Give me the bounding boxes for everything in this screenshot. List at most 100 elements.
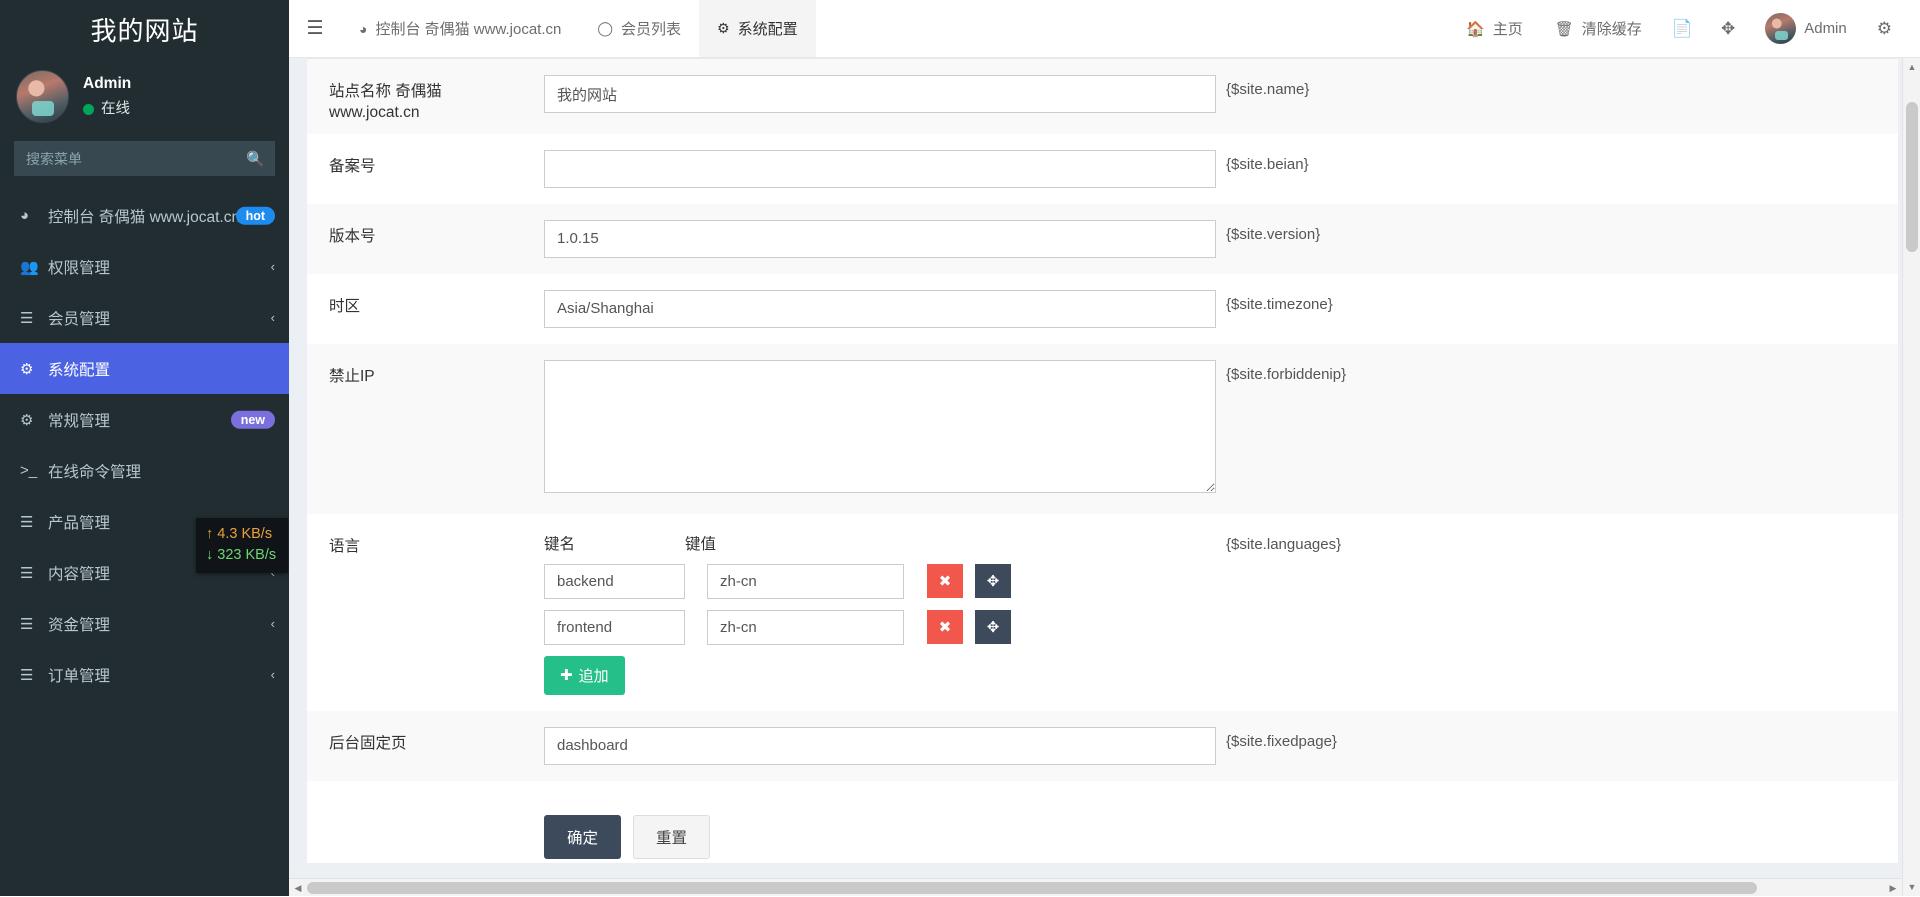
footer-spacer — [307, 781, 544, 813]
config-form: 站点名称 奇偶猫 www.jocat.cn {$site.name} 备案号 {$si… — [307, 59, 1898, 896]
field-input-2[interactable] — [544, 219, 1216, 258]
header-action-label: 主页 — [1492, 21, 1523, 38]
sidebar-item-0[interactable]: ◕ 控制台 奇偶猫 www.jocat.cn hot — [0, 190, 289, 241]
scroll-left-arrow-icon[interactable]: ◀ — [289, 879, 307, 897]
language-key-input-0[interactable] — [544, 563, 685, 599]
field-label-4: 禁止IP — [329, 367, 375, 385]
sidebar-item-label: 系统配置 — [48, 361, 111, 379]
scroll-down-arrow-icon[interactable]: ▼ — [1903, 878, 1920, 896]
field-variable-6: {$site.fixedpage} — [1226, 732, 1337, 750]
users-icon: 👥 — [20, 258, 39, 276]
form-row-2: 版本号 {$site.version} — [307, 203, 1898, 274]
field-control-6 — [544, 711, 1216, 781]
field-control-4 — [544, 344, 1216, 514]
sidebar-item-1[interactable]: 👥 权限管理 ‹ — [0, 241, 289, 292]
hamburger-icon[interactable]: ☰ — [289, 0, 341, 57]
list-icon: ☰ — [20, 309, 34, 327]
reset-button[interactable]: 重置 — [633, 814, 711, 859]
avatar — [1765, 13, 1797, 44]
user-info: Admin 在线 — [83, 73, 131, 119]
brand-title[interactable]: 我的网站 — [0, 0, 289, 58]
language-value-input-1[interactable] — [707, 609, 904, 645]
sidebar: 我的网站 Admin 在线 🔍 ◕控制台 奇偶猫 www.jocat.cnhot… — [0, 0, 289, 896]
language-value-input-0[interactable] — [707, 563, 904, 599]
user-panel: Admin 在线 — [0, 58, 289, 137]
search-menu-box[interactable]: 🔍 — [14, 141, 275, 176]
sidebar-item-badge: new — [230, 410, 275, 429]
gear-icon: ⚙ — [20, 360, 34, 378]
fullscreen-icon: ✥ — [1720, 18, 1736, 38]
field-input-6[interactable] — [544, 726, 1216, 765]
language-delete-button-0[interactable]: ✖ — [927, 564, 963, 599]
header-action-0[interactable]: 🏠 主页 — [1450, 0, 1539, 58]
header-actions: 🏠 主页 🗑 清除缓存 📄 ✥ Admin ⚙ — [1450, 0, 1920, 57]
field-variable-3: {$site.timezone} — [1226, 295, 1333, 313]
header-icon-button-1[interactable]: ✥ — [1707, 0, 1749, 58]
chevron-left-icon: ‹ — [270, 616, 275, 631]
language-move-button-0[interactable]: ✥ — [975, 564, 1011, 599]
language-add-button[interactable]: ✚ 追加 — [544, 655, 625, 695]
dashboard-icon: ◕ — [359, 20, 368, 37]
horizontal-scrollbar-thumb[interactable] — [307, 882, 1757, 894]
field-control-3 — [544, 274, 1216, 344]
field-label-6: 后台固定页 — [329, 734, 407, 752]
upload-speed: 4.3 KB/s — [217, 526, 273, 542]
gear-icon: ⚙ — [717, 20, 730, 36]
sidebar-item-2[interactable]: ☰ 会员管理 ‹ — [0, 292, 289, 343]
field-input-3[interactable] — [544, 289, 1216, 328]
plus-icon: ✚ — [560, 667, 573, 685]
sidebar-item-4[interactable]: ⚙ 常规管理 new — [0, 394, 289, 445]
gears-icon: ⚙ — [20, 411, 34, 429]
sidebar-item-5[interactable]: >_ 在线命令管理 — [0, 445, 289, 496]
circle-icon: ◯ — [597, 20, 614, 36]
footer-variable — [1216, 781, 1546, 813]
language-delete-button-1[interactable]: ✖ — [927, 610, 963, 645]
download-speed: 323 KB/s — [217, 547, 277, 564]
field-control-2 — [544, 204, 1216, 274]
sidebar-item-9[interactable]: ☰ 订单管理 ‹ — [0, 649, 289, 700]
header-user-menu[interactable]: Admin — [1749, 0, 1863, 58]
field-textarea-4[interactable] — [544, 359, 1216, 493]
user-name: Admin — [83, 75, 132, 93]
search-icon[interactable]: 🔍 — [246, 150, 265, 168]
header-action-1[interactable]: 🗑 清除缓存 — [1539, 0, 1658, 58]
language-move-button-1[interactable]: ✥ — [975, 610, 1011, 645]
header-action-label: 清除缓存 — [1581, 21, 1642, 38]
field-input-0[interactable] — [544, 75, 1216, 113]
field-input-1[interactable] — [544, 149, 1216, 188]
user-status-label: 在线 — [101, 100, 130, 117]
header-icon-button-0[interactable]: 📄 — [1658, 0, 1707, 58]
form-row-4: 禁止IP {$site.forbiddenip} — [307, 343, 1898, 514]
field-control-1 — [544, 134, 1216, 204]
header-spacer — [816, 0, 1450, 57]
language-row-0: ✖✥ — [544, 563, 1216, 599]
home-icon: 🏠 — [1466, 20, 1485, 38]
tab-1[interactable]: ◯ 会员列表 — [579, 0, 699, 57]
sidebar-item-label: 会员管理 — [48, 310, 111, 328]
field-variable-0: {$site.name} — [1226, 81, 1310, 98]
upload-arrow-icon: ↑ — [206, 526, 214, 542]
tab-2[interactable]: ⚙ 系统配置 — [699, 0, 816, 57]
gear-icon: ⚙ — [1876, 18, 1892, 38]
form-row-0: 站点名称 奇偶猫 www.jocat.cn {$site.name} — [307, 59, 1898, 134]
vertical-scrollbar[interactable]: ▲ ▼ — [1902, 58, 1920, 896]
header-settings-button[interactable]: ⚙ — [1863, 0, 1906, 58]
field-label-5: 语言 — [329, 537, 361, 555]
chevron-left-icon: ‹ — [270, 667, 275, 682]
field-variable-4: {$site.forbiddenip} — [1226, 365, 1347, 383]
sidebar-item-3[interactable]: ⚙ 系统配置 — [0, 343, 289, 394]
language-key-header: 键名 — [544, 535, 576, 553]
tab-label: 会员列表 — [621, 21, 682, 38]
horizontal-scrollbar[interactable]: ◀ ▶ — [289, 878, 1902, 896]
vertical-scrollbar-thumb[interactable] — [1906, 102, 1918, 252]
tab-0[interactable]: ◕ 控制台 奇偶猫 www.jocat.cn — [341, 0, 579, 57]
list-icon: ☰ — [20, 666, 34, 684]
sidebar-item-8[interactable]: ☰ 资金管理 ‹ — [0, 598, 289, 649]
scroll-up-arrow-icon[interactable]: ▲ — [1903, 58, 1920, 76]
search-input[interactable] — [24, 149, 247, 168]
scroll-right-arrow-icon[interactable]: ▶ — [1884, 879, 1902, 897]
system-config-panel: 站点名称 奇偶猫 www.jocat.cn {$site.name} 备案号 {$si… — [307, 58, 1898, 863]
language-key-input-1[interactable] — [544, 609, 685, 645]
submit-button[interactable]: 确定 — [544, 814, 622, 859]
chevron-left-icon: ‹ — [270, 259, 275, 274]
